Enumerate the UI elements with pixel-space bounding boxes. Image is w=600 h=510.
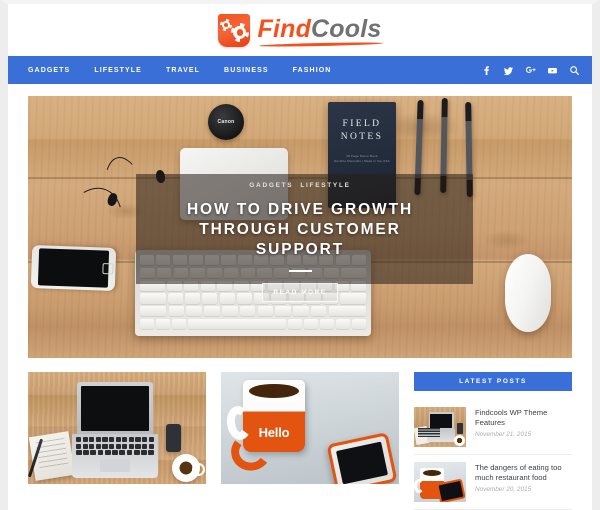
mini-phone-icon [436,478,466,502]
notebook-subtitle-label: 48 Page Memo Book Durable Materials | Mad… [334,154,390,163]
mini-coffee-icon [454,435,465,446]
lenscap-brand-label: Canon [217,119,235,125]
post-thumbnail [414,407,466,447]
hero-content: GADGETS LIFESTYLE HOW TO DRIVE GROWTH THR… [28,182,572,302]
nav-item-lifestyle[interactable]: LIFESTYLE [94,67,142,74]
post-meta: Findcools WP Theme Features November 21,… [475,407,572,447]
list-item[interactable]: The dangers of eating too much restauran… [414,455,572,510]
laptop-screen [81,386,149,431]
post-title[interactable]: The dangers of eating too much restauran… [475,463,572,483]
nav-menu: GADGETS LIFESTYLE TRAVEL BUSINESS FASHIO… [28,67,481,74]
post-thumbnail [414,462,466,502]
coffee-cup-object [172,454,205,482]
keyboard-row [140,318,367,329]
post-date: November 21, 2015 [475,431,532,438]
google-plus-icon[interactable] [525,65,536,76]
smartphone-object [166,424,181,452]
gear-large-icon [233,26,247,39]
hero-section: Canon FIELD NOTES 48 Page Memo Book Durabl… [8,84,592,358]
notebook-title-label: FIELD NOTES [340,119,384,142]
sidebar: LATEST POSTS Findcools WP Theme Features… [414,372,572,510]
nav-item-business[interactable]: BUSINESS [224,67,269,74]
gears-icon [222,20,247,40]
laptop-object [72,382,158,478]
read-more-button[interactable]: READ MORE [262,283,338,302]
hero-slider[interactable]: Canon FIELD NOTES 48 Page Memo Book Durabl… [28,96,572,358]
hero-category-gadgets[interactable]: GADGETS [249,182,293,189]
list-item[interactable]: Findcools WP Theme Features November 21,… [414,400,572,455]
nav-item-fashion[interactable]: FASHION [293,67,332,74]
camera-lens-cap: Canon [208,104,244,140]
keyboard-row [140,306,366,317]
youtube-icon[interactable] [547,65,558,76]
latest-posts-list: Findcools WP Theme Features November 21,… [414,400,572,510]
twitter-icon[interactable] [503,65,514,76]
post-card-laptop[interactable] [28,372,206,484]
hello-mug-object: Hello [224,380,305,452]
post-title[interactable]: Findcools WP Theme Features [475,408,572,428]
gear-small-icon [222,21,231,29]
mini-laptop-icon [427,412,455,442]
nav-item-travel[interactable]: TRAVEL [166,67,200,74]
laptop-base [72,434,158,478]
post-date: November 20, 2015 [475,486,532,493]
mini-mug-handle [414,479,424,493]
page-root: FindCools GADGETS LIFESTYLE TRAVEL BUSIN… [0,0,600,510]
post-meta: The dangers of eating too much restauran… [475,462,572,502]
logo-wordmark: FindCools [257,14,384,47]
main-navigation: GADGETS LIFESTYLE TRAVEL BUSINESS FASHIO… [8,56,592,84]
mini-phone-icon [457,423,463,434]
nav-item-gadgets[interactable]: GADGETS [28,67,70,74]
post-grid: Hello [28,372,399,510]
laptop-lid [77,382,153,434]
content-area: Hello LATEST POSTS Findcools WP Theme Fe… [8,358,592,510]
phone-screen [335,441,389,484]
mini-keyboard-icon [418,428,440,437]
mug-hello-text: Hello [258,425,290,440]
logo-text-find: Find [257,14,312,43]
smartphone-orange-case [326,432,398,484]
post-card-hello-mug[interactable]: Hello [221,372,399,484]
coffee-surface [249,384,299,398]
facebook-icon[interactable] [481,65,492,76]
latest-posts-widget-title: LATEST POSTS [414,372,572,391]
hero-categories: GADGETS LIFESTYLE [28,182,572,189]
hero-title-divider [288,270,312,272]
logo-text-cools: Cools [311,14,382,43]
site-logo[interactable]: FindCools [218,13,384,47]
search-icon[interactable] [569,65,580,76]
hero-category-lifestyle[interactable]: LIFESTYLE [300,182,350,189]
logo-gears-badge [218,13,251,47]
site-header: FindCools [8,4,592,56]
social-links [481,65,580,76]
hero-title: HOW TO DRIVE GROWTH THROUGH CUSTOMER SUP… [186,201,414,258]
laptop-trackpad [100,458,130,472]
